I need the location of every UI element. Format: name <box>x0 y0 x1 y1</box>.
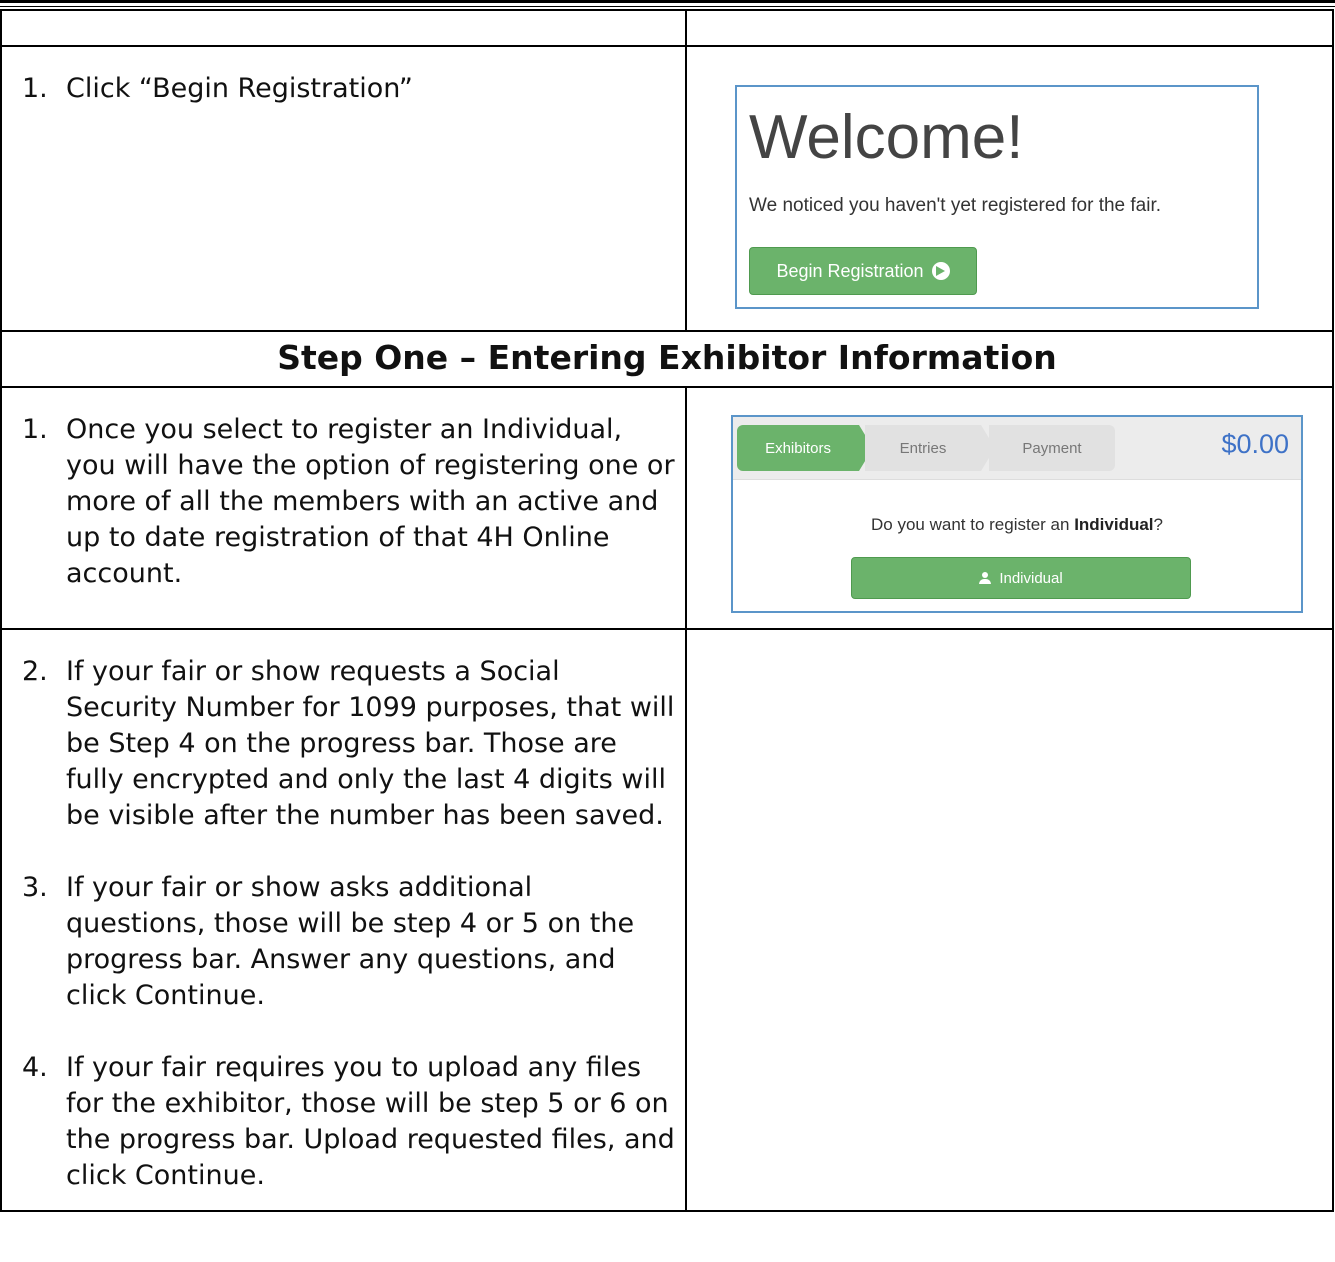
list-item: 1. Once you select to register an Indivi… <box>2 412 685 592</box>
question-bold: Individual <box>1074 515 1154 534</box>
step-number: 3. <box>22 872 48 903</box>
step-number: 4. <box>22 1052 48 1083</box>
table-row-welcome: 1. Click “Begin Registration” Welcome! W… <box>0 45 1334 332</box>
step-text: If your fair or show asks additional que… <box>66 872 635 1011</box>
begin-registration-label: Begin Registration <box>776 260 924 281</box>
page-top-rule <box>0 0 1335 3</box>
table-row-heading: Step One – Entering Exhibitor Informatio… <box>0 330 1334 388</box>
section-heading: Step One – Entering Exhibitor Informatio… <box>0 330 1334 388</box>
arrow-circle-right-icon <box>931 262 950 280</box>
step-text: Once you select to register an Individua… <box>66 414 675 589</box>
welcome-title: Welcome! <box>749 103 1024 172</box>
page-top-rule-thin <box>0 6 1335 7</box>
table-row-steps: 2. If your fair or show requests a Socia… <box>0 628 1334 1212</box>
table-row-empty <box>0 9 1334 47</box>
progress-step-entries[interactable]: Entries <box>865 425 996 471</box>
progress-step-payment[interactable]: Payment <box>989 425 1116 471</box>
instruction-table: 1. Click “Begin Registration” Welcome! W… <box>0 9 1334 1212</box>
progress-bar: Exhibitors Entries Payment $0.00 <box>733 417 1302 480</box>
welcome-panel: Welcome! We noticed you haven't yet regi… <box>735 85 1260 309</box>
question-suffix: ? <box>1153 515 1163 534</box>
step-text: Click “Begin Registration” <box>66 73 413 104</box>
steps-instruction-cell: 2. If your fair or show requests a Socia… <box>0 628 688 1212</box>
exhibitor-screenshot-cell: Exhibitors Entries Payment $0.00 Do you … <box>685 386 1334 630</box>
step-text: If your fair or show requests a Social S… <box>66 656 675 831</box>
exhibitor-instruction-cell: 1. Once you select to register an Indivi… <box>0 386 688 630</box>
step-list: 1. Once you select to register an Indivi… <box>2 388 685 592</box>
individual-button[interactable]: Individual <box>851 557 1192 599</box>
list-item: 2. If your fair or show requests a Socia… <box>2 654 685 834</box>
user-icon <box>979 572 992 584</box>
step-number: 2. <box>22 656 48 687</box>
register-question: Do you want to register an Individual? <box>733 515 1301 535</box>
cart-total: $0.00 <box>1221 429 1290 459</box>
empty-cell-left <box>0 9 688 47</box>
step-list: 1. Click “Begin Registration” <box>2 47 685 107</box>
empty-cell-right <box>685 9 1334 47</box>
list-item: 1. Click “Begin Registration” <box>2 71 685 107</box>
progress-step-exhibitors[interactable]: Exhibitors <box>737 425 874 471</box>
welcome-subtitle: We noticed you haven't yet registered fo… <box>749 195 1162 216</box>
steps-empty-cell <box>685 628 1334 1212</box>
list-item: 4. If your fair requires you to upload a… <box>2 1050 685 1194</box>
question-prefix: Do you want to register an <box>871 515 1075 534</box>
individual-button-label: Individual <box>999 569 1063 587</box>
table-row-exhibitor: 1. Once you select to register an Indivi… <box>0 386 1334 630</box>
step-text: If your fair requires you to upload any … <box>66 1052 675 1191</box>
welcome-screenshot-cell: Welcome! We noticed you haven't yet regi… <box>685 45 1334 332</box>
exhibitor-panel: Exhibitors Entries Payment $0.00 Do you … <box>731 415 1304 613</box>
step-list: 2. If your fair or show requests a Socia… <box>2 630 685 1194</box>
welcome-instruction-cell: 1. Click “Begin Registration” <box>0 45 688 332</box>
step-number: 1. <box>22 73 48 104</box>
begin-registration-button[interactable]: Begin Registration <box>749 247 978 295</box>
list-item: 3. If your fair or show asks additional … <box>2 870 685 1014</box>
step-number: 1. <box>22 414 48 445</box>
